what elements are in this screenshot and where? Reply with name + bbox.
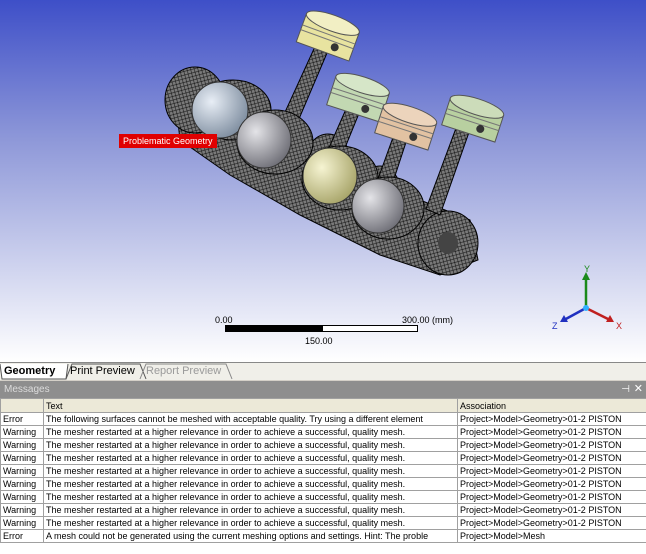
message-type: Warning (0, 490, 44, 504)
pin-icon[interactable]: ⊣ (621, 381, 630, 398)
message-type: Error (0, 529, 44, 543)
message-association: Project>Model>Geometry>01-2 PISTON (457, 451, 646, 465)
message-type: Error (0, 412, 44, 426)
piston-tan[interactable] (374, 99, 439, 151)
message-text: The mesher restarted at a higher relevan… (43, 503, 458, 517)
message-association: Project>Model>Geometry>01-2 PISTON (457, 516, 646, 530)
axis-triad[interactable]: Y Z X (550, 262, 630, 334)
message-text: The following surfaces cannot be meshed … (43, 412, 458, 426)
message-association: Project>Model>Geometry>01-2 PISTON (457, 464, 646, 478)
message-text: The mesher restarted at a higher relevan… (43, 425, 458, 439)
problematic-geometry-label: Problematic Geometry (119, 134, 217, 148)
message-type: Warning (0, 464, 44, 478)
scale-mid-label: 150.00 (305, 336, 333, 346)
table-row[interactable]: Error A mesh could not be generated using… (0, 529, 646, 543)
message-text: The mesher restarted at a higher relevan… (43, 438, 458, 452)
table-header-row: Text Association (0, 398, 646, 413)
table-row[interactable]: Warning The mesher restarted at a higher … (0, 464, 646, 478)
messages-table-container[interactable]: Text Association Error The following surf… (0, 398, 646, 554)
piston-grey-a[interactable] (236, 109, 314, 175)
piston-green-b[interactable] (441, 91, 506, 143)
message-type: Warning (0, 503, 44, 517)
message-text: The mesher restarted at a higher relevan… (43, 451, 458, 465)
piston-grey-b[interactable] (351, 176, 425, 240)
scale-max-label: 300.00 (mm) (402, 315, 454, 325)
message-text: The mesher restarted at a higher relevan… (43, 477, 458, 491)
table-row[interactable]: Warning The mesher restarted at a higher … (0, 451, 646, 465)
message-type: Warning (0, 516, 44, 530)
axis-x-label: X (616, 321, 622, 331)
table-row[interactable]: Error The following surfaces cannot be me… (0, 412, 646, 426)
scale-min-label: 0.00 (215, 315, 233, 325)
message-type: Warning (0, 438, 44, 452)
column-header-association[interactable]: Association (457, 398, 646, 413)
message-text: The mesher restarted at a higher relevan… (43, 516, 458, 530)
message-text: The mesher restarted at a higher relevan… (43, 490, 458, 504)
piston-yellow[interactable] (295, 6, 362, 62)
view-tabs: Geometry Print Preview Report Preview (0, 362, 646, 380)
column-header-type[interactable] (0, 398, 44, 413)
table-row[interactable]: Warning The mesher restarted at a higher … (0, 503, 646, 517)
message-association: Project>Model>Geometry>01-2 PISTON (457, 438, 646, 452)
message-text: The mesher restarted at a higher relevan… (43, 464, 458, 478)
messages-panel-header: Messages ⊣ ✕ (0, 381, 646, 398)
messages-title: Messages (4, 384, 50, 395)
axis-y-label: Y (584, 264, 590, 274)
message-association: Project>Model>Geometry>01-2 PISTON (457, 503, 646, 517)
tab-print-preview[interactable]: Print Preview (70, 363, 135, 379)
message-association: Project>Model>Geometry>01-2 PISTON (457, 425, 646, 439)
messages-table: Text Association Error The following surf… (0, 398, 646, 543)
graphics-viewport[interactable]: Problematic Geometry 0.00 300.00 (mm) 15… (0, 0, 646, 362)
message-association: Project>Model>Geometry>01-2 PISTON (457, 477, 646, 491)
table-row[interactable]: Warning The mesher restarted at a higher … (0, 438, 646, 452)
message-type: Warning (0, 477, 44, 491)
message-association: Project>Model>Geometry>01-2 PISTON (457, 490, 646, 504)
tab-report-preview[interactable]: Report Preview (146, 363, 221, 379)
axis-z-label: Z (552, 321, 558, 331)
scale-bar (225, 325, 418, 332)
table-row[interactable]: Warning The mesher restarted at a higher … (0, 516, 646, 530)
table-row[interactable]: Warning The mesher restarted at a higher … (0, 490, 646, 504)
message-association: Project>Model>Geometry>01-2 PISTON (457, 412, 646, 426)
message-association: Project>Model>Mesh (457, 529, 646, 543)
table-row[interactable]: Warning The mesher restarted at a higher … (0, 425, 646, 439)
message-type: Warning (0, 425, 44, 439)
message-type: Warning (0, 451, 44, 465)
column-header-text[interactable]: Text (43, 398, 458, 413)
tab-geometry[interactable]: Geometry (4, 363, 55, 379)
table-row[interactable]: Warning The mesher restarted at a higher … (0, 477, 646, 491)
message-text: A mesh could not be generated using the … (43, 529, 458, 543)
close-icon[interactable]: ✕ (634, 381, 643, 398)
